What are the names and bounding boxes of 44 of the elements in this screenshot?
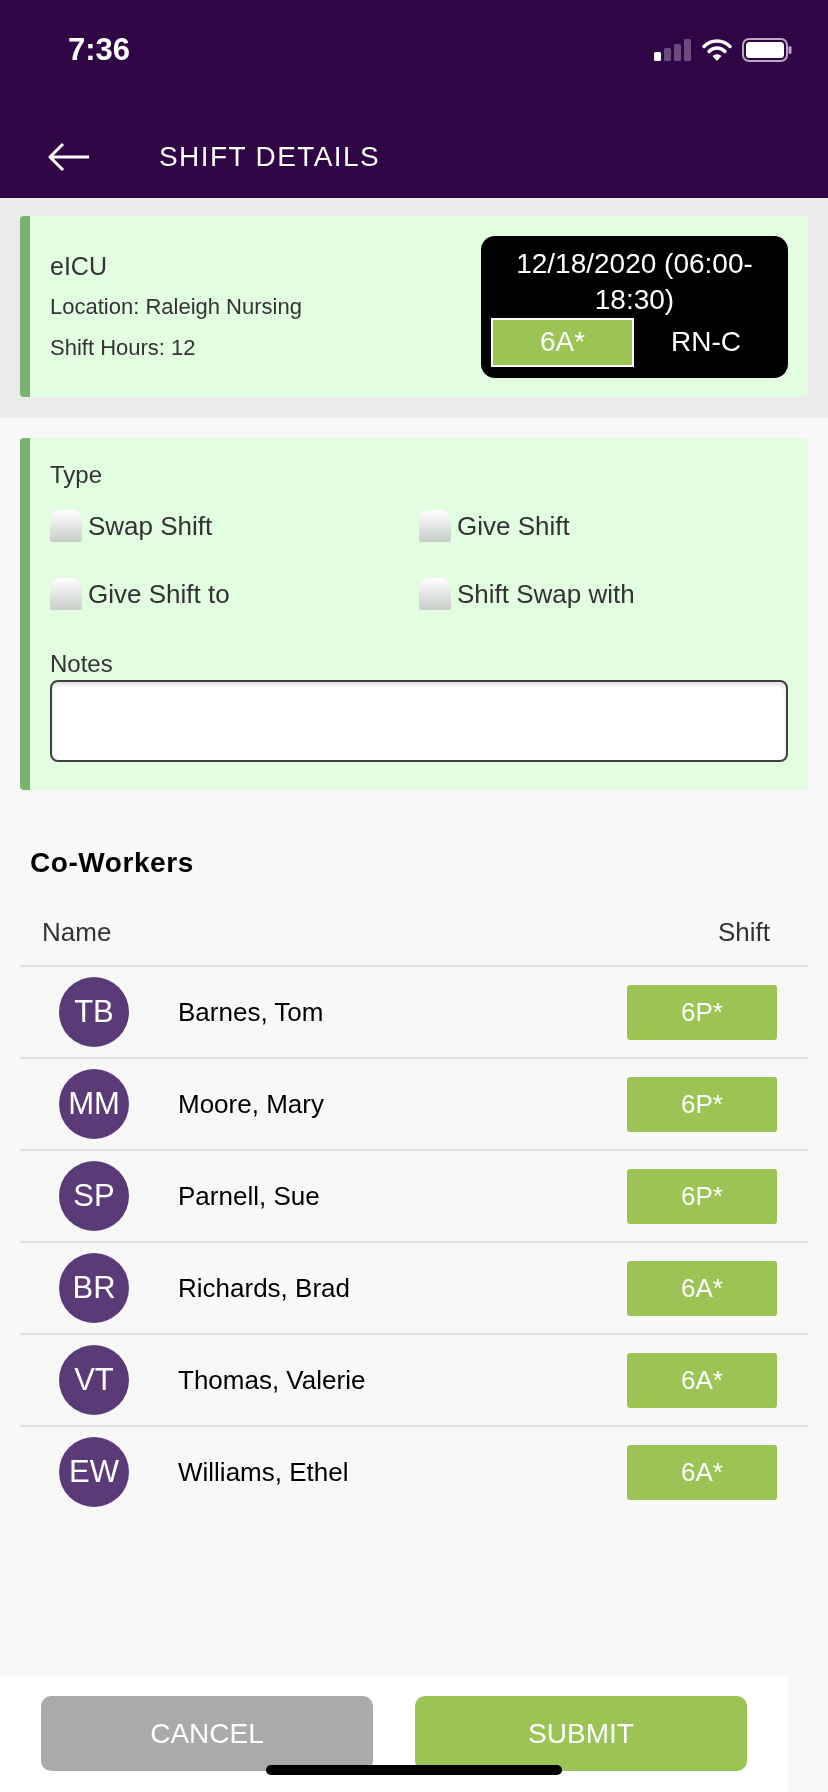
shift-badge: 6P* — [627, 1168, 777, 1224]
checkbox[interactable] — [419, 578, 451, 610]
initials-avatar: EW — [59, 1437, 129, 1507]
wifi-icon — [702, 39, 732, 61]
initials-avatar: MM — [59, 1069, 129, 1139]
type-label: Type — [50, 460, 104, 490]
coworker-name: Moore, Mary — [178, 1087, 324, 1121]
status-time: 7:36 — [68, 30, 131, 69]
notes-field[interactable] — [50, 680, 788, 762]
shift-badge: 6P* — [627, 984, 777, 1040]
option-label[interactable]: Give Shift — [457, 506, 570, 546]
checkbox[interactable] — [419, 510, 451, 542]
shift-date-time: 12/18/2020 (06:00-18:30) — [515, 246, 754, 317]
option-label[interactable]: Swap Shift — [88, 506, 213, 546]
coworker-name: Parnell, Sue — [178, 1179, 320, 1213]
back-arrow-icon[interactable] — [48, 142, 90, 172]
shift-hours: Shift Hours: 12 — [50, 333, 197, 362]
initials-avatar: TB — [59, 977, 129, 1047]
checkbox[interactable] — [50, 578, 82, 610]
shift-badge: 6A* — [627, 1352, 777, 1408]
shift-badge: 6P* — [627, 1076, 777, 1132]
initials-avatar: SP — [59, 1161, 129, 1231]
checkbox[interactable] — [50, 510, 82, 542]
initials-avatar: VT — [59, 1345, 129, 1415]
shift-code-badge: 6A* — [491, 317, 634, 367]
column-header: Shift — [717, 915, 770, 949]
notes-label: Notes — [50, 649, 114, 679]
option-label[interactable]: Shift Swap with — [457, 574, 635, 614]
coworker-name: Barnes, Tom — [178, 995, 324, 1029]
signal-icon — [654, 39, 692, 61]
coworker-name: Thomas, Valerie — [178, 1363, 366, 1397]
battery-icon — [742, 38, 792, 62]
unit-name: eICU — [50, 250, 108, 282]
role-label: RN-C — [670, 325, 742, 359]
shift-badge: 6A* — [627, 1260, 777, 1316]
location-text: Location: Raleigh Nursing — [50, 292, 302, 321]
initials-avatar: BR — [59, 1253, 129, 1323]
section-heading: Co-Workers — [29, 846, 195, 880]
shift-badge: 6A* — [627, 1444, 777, 1500]
screen-title: SHIFT DETAILS — [159, 140, 380, 174]
column-header: Name — [41, 915, 112, 949]
coworker-name: Richards, Brad — [178, 1271, 350, 1305]
option-label[interactable]: Give Shift to — [88, 574, 230, 614]
coworker-name: Williams, Ethel — [178, 1455, 349, 1489]
